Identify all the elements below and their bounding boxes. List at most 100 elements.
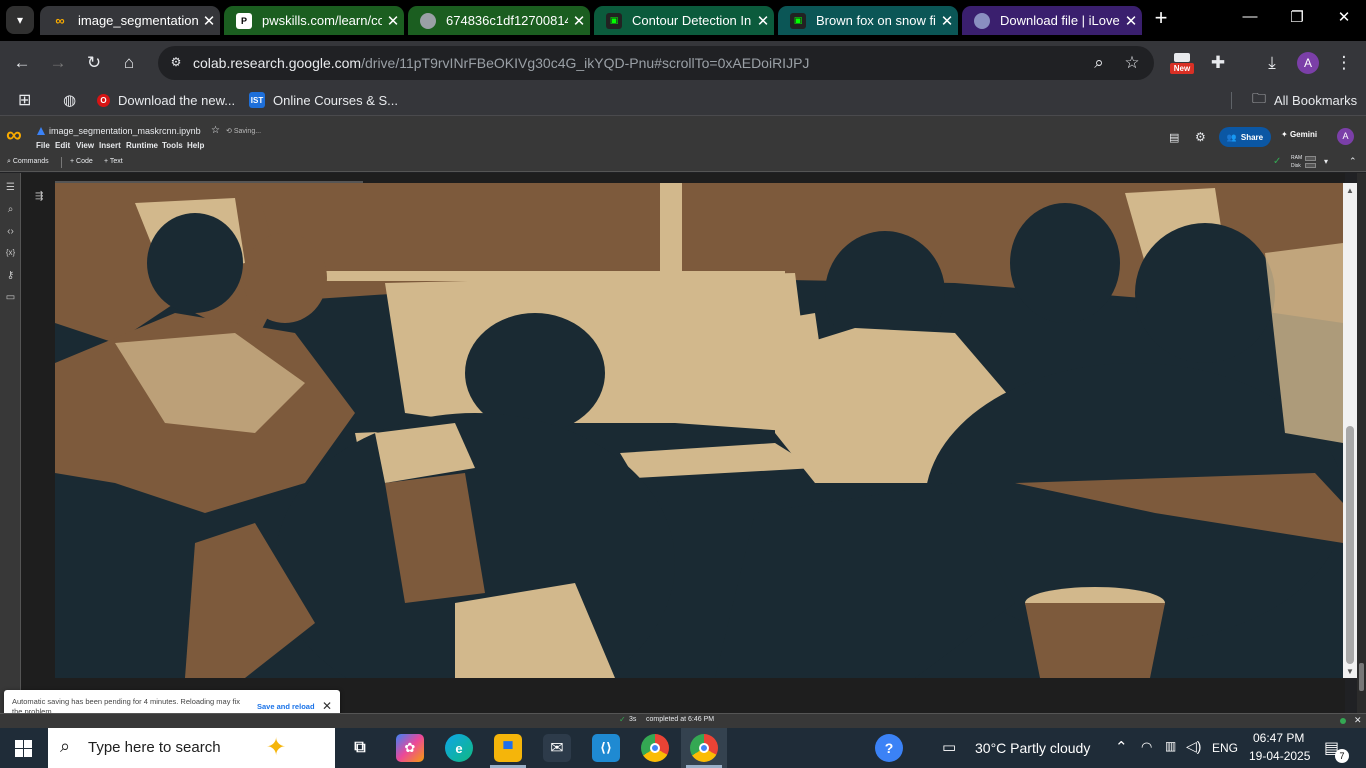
menu-edit[interactable]: Edit [55,141,70,150]
menu-runtime[interactable]: Runtime [126,141,158,150]
site-info-icon[interactable]: ⚙ [168,55,184,71]
tab-image-file[interactable]: 674836c1df12700814 ✕ [408,6,590,35]
chrome-center [650,743,660,753]
notebook-name[interactable]: image_segmentation_maskrcnn.ipynb [49,126,201,136]
files-folder-icon[interactable]: ▭ [4,292,17,304]
close-tab-icon[interactable]: ✕ [568,12,590,30]
settings-gear-icon[interactable]: ⚙ [1195,130,1206,144]
all-bookmarks[interactable]: 🗀 All Bookmarks [1252,90,1357,109]
commands-button[interactable]: ⌕ Commands [7,158,49,166]
ram-meter[interactable] [1305,156,1316,161]
downloads-icon[interactable]: ⤓ [1261,52,1283,74]
tab-colab[interactable]: ∞ image_segmentation_ ✕ [40,6,220,35]
find-icon[interactable]: ⌕ [4,204,17,216]
variables-icon[interactable]: {x} [4,248,17,260]
task-view-icon[interactable]: ⧉ [346,734,374,762]
volume-icon[interactable]: ◁) [1186,738,1201,755]
menu-view[interactable]: View [76,141,94,150]
mail-icon[interactable]: ✉ [543,734,571,762]
restore-icon[interactable]: ❐ [1285,8,1309,32]
menu-help[interactable]: Help [187,141,204,150]
tab-ilovepdf[interactable]: Download file | iLove ✕ [962,6,1142,35]
tab-pwskills[interactable]: P pwskills.com/learn/co ✕ [224,6,404,35]
gemini-button[interactable]: ✦ Gemini [1281,130,1317,139]
extensions-icon[interactable]: ✚ [1207,52,1229,74]
share-button[interactable]: 👥 Share [1219,127,1271,147]
wifi-icon[interactable]: ◠ [1141,739,1152,755]
scroll-down-icon[interactable]: ▼ [1346,667,1354,676]
star-icon[interactable]: ☆ [211,125,220,136]
output-scrollbar[interactable]: ▲ ▼ [1343,183,1357,678]
home-icon[interactable]: ⌂ [118,52,140,74]
toc-icon[interactable]: ☰ [4,182,17,194]
code-snippets-icon[interactable]: ‹› [4,226,17,238]
chrome-active-icon[interactable] [690,734,718,762]
sparkle-icon: ✦ [1281,130,1290,139]
status-close-icon[interactable]: ✕ [1354,715,1362,726]
network-icon[interactable]: ▥ [1165,739,1176,753]
minimize-icon[interactable]: — [1238,8,1262,32]
forward-icon[interactable]: → [47,52,69,74]
close-tab-icon[interactable]: ✕ [752,12,774,30]
tab-brown-fox[interactable]: ▣ Brown fox on snow fi ✕ [778,6,958,35]
add-code-button[interactable]: + Code [70,158,93,165]
edge-icon[interactable]: e [445,734,473,762]
tab-search-button[interactable]: ▾ [6,6,34,34]
file-explorer-icon[interactable]: ▀ [494,734,522,762]
comments-icon[interactable]: ▤ [1169,131,1179,144]
menu-file[interactable]: File [36,141,50,150]
menu-tools[interactable]: Tools [162,141,183,150]
profile-avatar[interactable]: A [1297,52,1319,74]
help-icon[interactable]: ? [875,734,903,762]
output-menu-icon[interactable]: ⇶ [35,191,43,202]
chrome-icon[interactable] [641,734,669,762]
close-tab-icon[interactable]: ✕ [198,12,220,30]
menu-insert[interactable]: Insert [99,141,121,150]
bookmark-opera[interactable]: O Download the new... [97,91,235,109]
runtime-dropdown-icon[interactable]: ▾ [1324,157,1328,166]
bookmark-star-icon[interactable]: ☆ [1121,52,1143,74]
tab-contour-detection[interactable]: ▣ Contour Detection In ✕ [594,6,774,35]
collapse-chevron-icon[interactable]: ⌃ [1349,156,1357,167]
close-tab-icon[interactable]: ✕ [382,12,404,30]
show-hidden-icons-icon[interactable]: ⌃ [1115,738,1128,756]
clock-date[interactable]: 19-04-2025 [1249,749,1310,763]
close-icon[interactable]: ✕ [322,699,332,713]
close-window-icon[interactable]: ✕ [1332,8,1356,32]
apps-grid-icon[interactable]: ⊞ [18,91,31,109]
zoom-icon[interactable]: ⌕ [1088,52,1110,74]
add-text-button[interactable]: + Text [104,158,123,165]
globe-icon[interactable]: ◍ [63,91,76,109]
scroll-thumb[interactable] [1346,426,1354,664]
new-extension-badge[interactable]: New [1170,53,1194,75]
taskbar-search[interactable]: ⌕ Type here to search ✦ [48,728,335,768]
copilot-icon[interactable]: ✿ [396,734,424,762]
tab-title: Contour Detection In [632,13,752,28]
tab-strip: ▾ ∞ image_segmentation_ ✕ P pwskills.com… [0,0,1366,41]
reload-icon[interactable]: ↻ [83,52,105,74]
colab-logo-icon[interactable]: ∞ [6,124,22,146]
notebook-scroll-thumb[interactable] [1359,663,1364,691]
close-tab-icon[interactable]: ✕ [936,12,958,30]
clock-time[interactable]: 06:47 PM [1253,731,1304,745]
new-tab-button[interactable]: + [1150,7,1172,30]
save-and-reload-button[interactable]: Save and reload [257,702,315,711]
colab-avatar[interactable]: A [1337,128,1354,145]
vscode-icon[interactable]: ⟨⟩ [592,734,620,762]
menu-kebab-icon[interactable]: ⋮ [1333,52,1355,74]
weather-icon[interactable]: ▭ [942,738,956,756]
url-text[interactable]: colab.research.google.com/drive/11pT9rvI… [193,55,809,71]
bookmark-ist[interactable]: IST Online Courses & S... [249,91,398,109]
ist-icon: IST [249,92,265,108]
disk-meter[interactable] [1305,163,1316,168]
back-icon[interactable]: ← [11,52,33,74]
weather-text[interactable]: 30°C Partly cloudy [975,740,1090,756]
secrets-key-icon[interactable]: ⚷ [4,270,17,282]
notebook-scrollbar[interactable] [1357,173,1366,713]
windows-start-icon[interactable] [15,740,32,757]
extension-app-icon [1174,53,1190,62]
close-tab-icon[interactable]: ✕ [1120,12,1142,30]
address-bar[interactable]: ⚙ colab.research.google.com/drive/11pT9r… [158,46,1154,80]
language-indicator[interactable]: ENG [1212,741,1238,755]
scroll-up-icon[interactable]: ▲ [1346,186,1354,195]
